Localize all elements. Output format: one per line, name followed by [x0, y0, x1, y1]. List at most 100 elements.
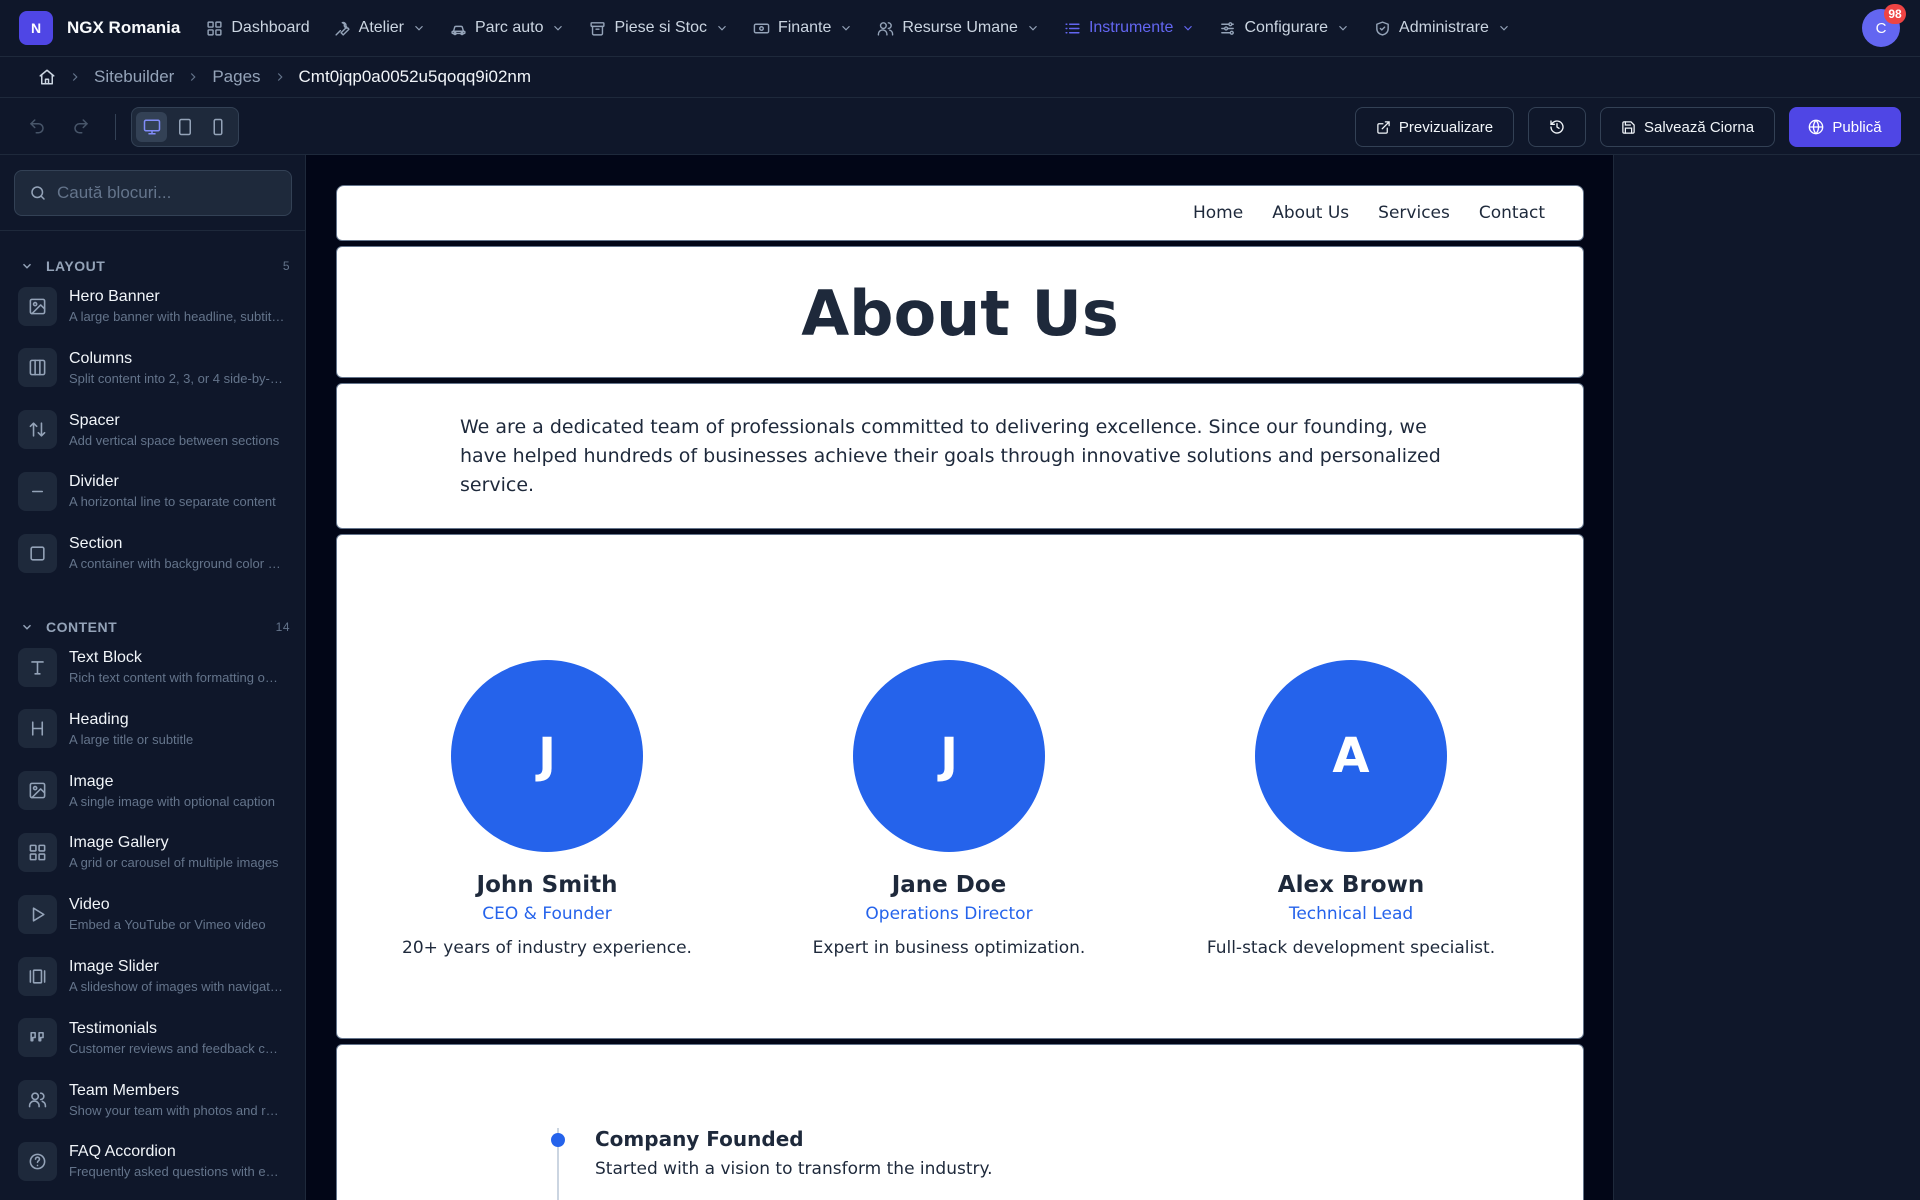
- category-layout[interactable]: LAYOUT 5: [20, 254, 290, 278]
- block-item-image-slider[interactable]: Image Slider A slideshow of images with n…: [18, 951, 290, 1001]
- block-item-image[interactable]: Image A single image with optional captio…: [18, 766, 290, 816]
- chevron-down-icon: [839, 21, 853, 35]
- shield-icon: [1374, 20, 1391, 37]
- heading-block[interactable]: About Us: [336, 246, 1584, 378]
- nav-item-dashboard[interactable]: Dashboard: [194, 13, 321, 43]
- nav-item-label: Dashboard: [231, 19, 310, 36]
- timeline-item-title: Company Founded: [595, 1127, 804, 1151]
- toolbar-divider: [115, 114, 116, 140]
- site-nav-link[interactable]: Home: [1193, 203, 1243, 223]
- breadcrumb-pages[interactable]: Pages: [212, 67, 260, 87]
- chevron-down-icon: [715, 21, 729, 35]
- block-description: A large banner with headline, subtitle a…: [69, 309, 285, 324]
- publish-button[interactable]: Publică: [1789, 107, 1901, 147]
- text-block[interactable]: We are a dedicated team of professionals…: [336, 383, 1584, 529]
- block-item-text-block[interactable]: Text Block Rich text content with formatt…: [18, 642, 290, 692]
- save-icon: [1621, 120, 1636, 135]
- block-name: Image: [69, 772, 114, 790]
- block-item-columns[interactable]: Columns Split content into 2, 3, or 4 sid…: [18, 343, 290, 393]
- block-description: Frequently asked questions with expandab…: [69, 1164, 285, 1180]
- play-icon: [18, 894, 57, 934]
- chevron-down-icon: [1336, 21, 1350, 35]
- nav-item-label: Piese si Stoc: [614, 19, 707, 36]
- team-member-avatar: J: [451, 660, 643, 852]
- brand[interactable]: N NGX Romania: [19, 11, 180, 45]
- team-member-card: J Jane Doe Operations Director Expert in bu…: [784, 660, 1114, 958]
- home-icon[interactable]: [38, 68, 56, 86]
- nav-item-label: Configurare: [1244, 19, 1329, 36]
- smartphone-icon: [209, 118, 227, 136]
- nav-item-resurse-umane[interactable]: Resurse Umane: [865, 13, 1052, 43]
- desktop-view-button[interactable]: [136, 112, 168, 142]
- category-count: 5: [282, 259, 290, 273]
- block-item-testimonials[interactable]: Testimonials Customer reviews and feedbac…: [18, 1013, 290, 1063]
- block-description: A large title or subtitle: [69, 731, 194, 747]
- nav-item-administrare[interactable]: Administrare: [1362, 13, 1523, 43]
- mobile-view-button[interactable]: [203, 112, 234, 142]
- history-button[interactable]: [1528, 107, 1586, 147]
- block-search[interactable]: [14, 170, 292, 216]
- block-item-video[interactable]: Video Embed a YouTube or Vimeo video: [18, 889, 290, 939]
- gallery-horizontal-icon: [18, 956, 57, 996]
- preview-label: Previzualizare: [1398, 118, 1494, 136]
- dashboard-icon: [206, 20, 223, 37]
- nav-item-finante[interactable]: Finante: [741, 13, 865, 43]
- site-nav-link[interactable]: About Us: [1272, 203, 1349, 223]
- team-member-name: John Smith: [476, 872, 618, 898]
- block-item-hero-banner[interactable]: Hero Banner A large banner with headline,…: [18, 281, 290, 331]
- sliders-icon: [1219, 20, 1236, 37]
- tablet-view-button[interactable]: [169, 112, 200, 142]
- timeline-item-desc: Started with a vision to transform the i…: [595, 1159, 993, 1179]
- block-name: Team Members: [69, 1081, 180, 1099]
- nav-item-parc-auto[interactable]: Parc auto: [438, 13, 577, 43]
- banknote-icon: [753, 20, 770, 37]
- team-member-role: Technical Lead: [1288, 904, 1414, 924]
- car-icon: [450, 20, 467, 37]
- undo-icon[interactable]: [28, 117, 46, 135]
- save-draft-button[interactable]: Salvează Ciorna: [1600, 107, 1775, 147]
- chevron-right-icon: [273, 70, 287, 84]
- block-name: Image Gallery: [69, 834, 169, 852]
- block-name: FAQ Accordion: [69, 1143, 176, 1161]
- block-item-faq-accordion[interactable]: FAQ Accordion Frequently asked questions …: [18, 1136, 290, 1186]
- chevron-down-icon: [551, 21, 565, 35]
- team-member-bio: Full-stack development specialist.: [1206, 938, 1496, 958]
- nav-item-piese-si-stoc[interactable]: Piese si Stoc: [577, 13, 740, 43]
- block-item-section[interactable]: Section A container with background color…: [18, 528, 290, 578]
- site-nav-link[interactable]: Services: [1378, 203, 1450, 223]
- block-item-team-members[interactable]: Team Members Show your team with photos a…: [18, 1075, 290, 1125]
- editor-toolbar: Previzualizare Salvează Ciorna Publică: [0, 98, 1920, 155]
- block-name: Section: [69, 535, 123, 553]
- top-navigation: N NGX Romania Dashboard Atelier Parc auto P…: [0, 0, 1920, 57]
- site-header-block[interactable]: Home About Us Services Contact: [336, 185, 1584, 241]
- chevron-right-icon: [68, 70, 82, 84]
- team-member-role: Operations Director: [865, 904, 1033, 924]
- brand-logo: N: [19, 11, 53, 45]
- nav-item-instrumente[interactable]: Instrumente: [1052, 13, 1207, 43]
- category-content[interactable]: CONTENT 14: [20, 615, 290, 639]
- nav-item-atelier[interactable]: Atelier: [322, 13, 438, 43]
- block-item-spacer[interactable]: Spacer Add vertical space between section…: [18, 405, 290, 455]
- preview-button[interactable]: Previzualizare: [1355, 107, 1514, 147]
- main-menu: Dashboard Atelier Parc auto Piese si Stoc Fi…: [194, 13, 1523, 43]
- timeline-block[interactable]: Company Founded Started with a vision to…: [336, 1044, 1584, 1200]
- block-description: Embed a YouTube or Vimeo video: [69, 917, 266, 933]
- block-description: A grid or carousel of multiple images: [69, 855, 279, 871]
- site-nav-link[interactable]: Contact: [1479, 203, 1545, 223]
- nav-item-label: Administrare: [1399, 19, 1489, 36]
- team-member-name: Alex Brown: [1277, 872, 1425, 898]
- category-label: CONTENT: [46, 619, 118, 635]
- team-members-block[interactable]: J John Smith CEO & Founder 20+ years of ind…: [336, 534, 1584, 1039]
- external-link-icon: [1376, 120, 1391, 135]
- breadcrumb-sitebuilder[interactable]: Sitebuilder: [94, 67, 174, 87]
- save-draft-label: Salvează Ciorna: [1643, 118, 1755, 136]
- block-item-image-gallery[interactable]: Image Gallery A grid or carousel of multi…: [18, 827, 290, 877]
- redo-icon[interactable]: [72, 117, 90, 135]
- block-search-input[interactable]: [57, 183, 277, 203]
- nav-item-configurare[interactable]: Configurare: [1207, 13, 1362, 43]
- image-icon: [18, 771, 57, 811]
- blocks-sidebar: LAYOUT 5 Hero Banner A large banner with he…: [0, 155, 306, 1200]
- help-circle-icon: [18, 1141, 57, 1181]
- block-item-divider[interactable]: Divider A horizontal line to separate con…: [18, 466, 290, 516]
- block-item-heading[interactable]: Heading A large title or subtitle: [18, 704, 290, 754]
